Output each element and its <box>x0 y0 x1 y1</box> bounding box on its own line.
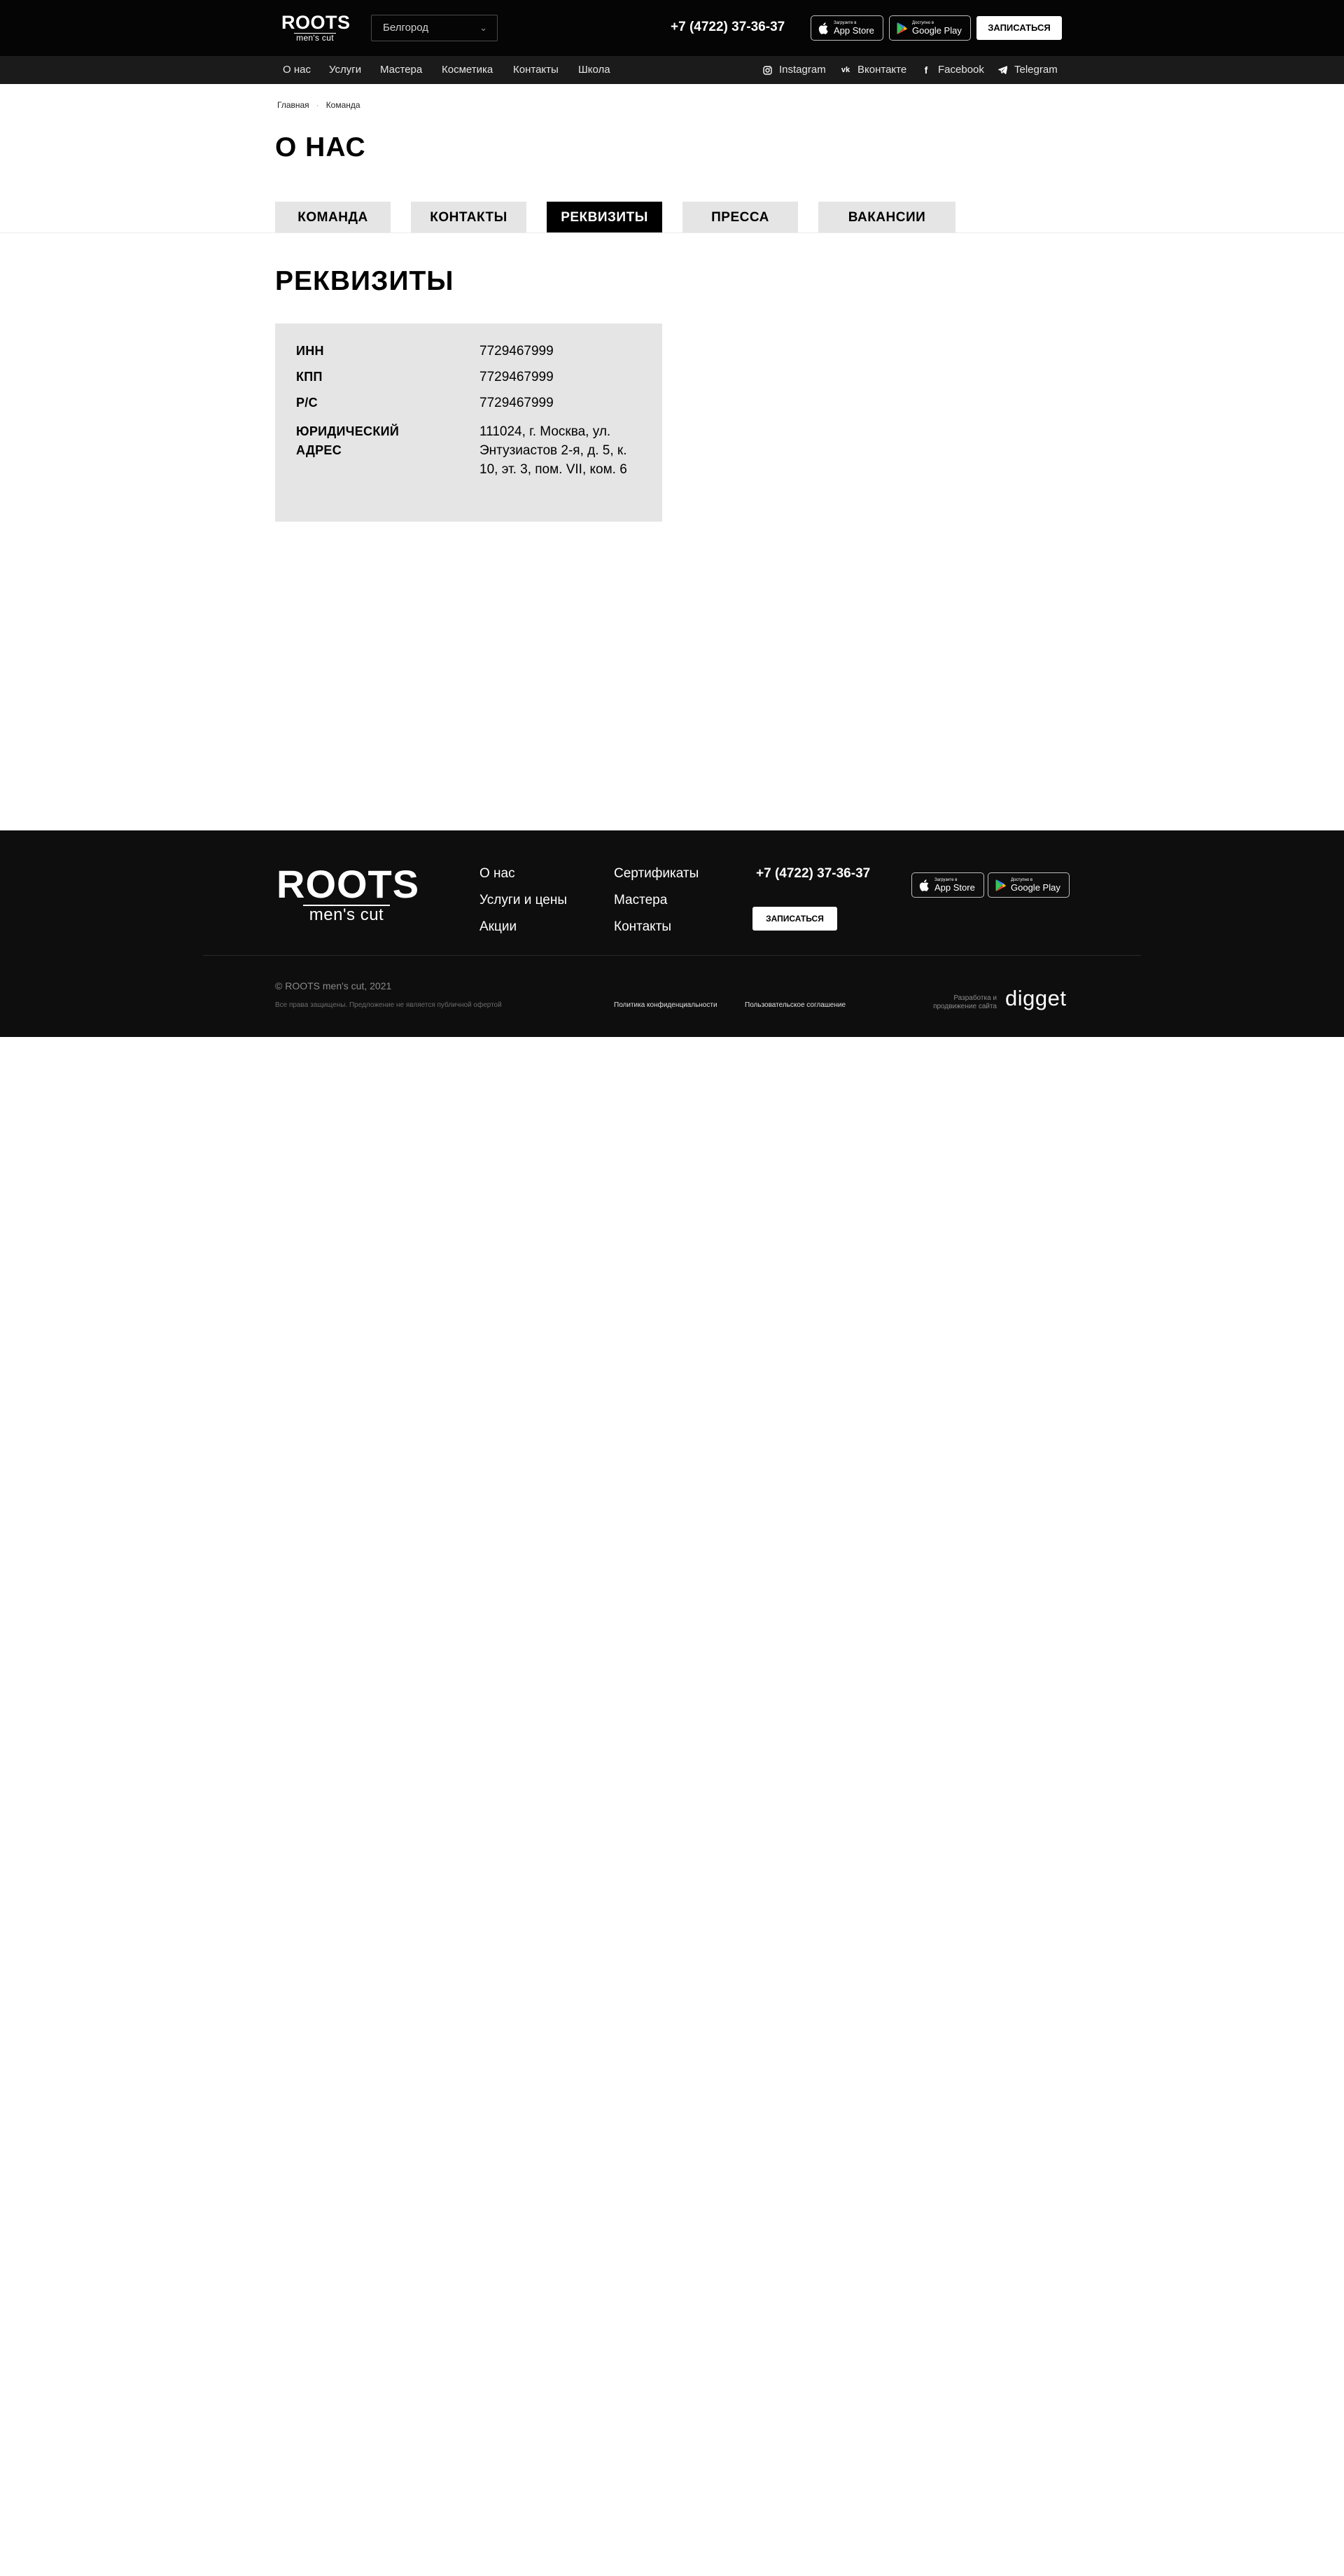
footer: ROOTS men's cut О нас Услуги и цены Акци… <box>0 830 1344 1037</box>
footer-rights-note: Все права защищены. Предложение не являе… <box>275 1001 502 1009</box>
breadcrumb-home[interactable]: Главная <box>277 100 309 110</box>
developer-credit: Разработка и продвижение сайта <box>910 994 997 1011</box>
requisites-card: ИНН 7729467999 КПП 7729467999 Р/С 772946… <box>275 323 662 522</box>
footer-logo-subtext: men's cut <box>309 905 384 924</box>
logo[interactable]: ROOTS men's cut <box>281 12 351 43</box>
tab-vacancies[interactable]: ВАКАНСИИ <box>818 202 955 233</box>
chevron-down-icon: ⌄ <box>479 22 487 33</box>
footer-logo[interactable]: ROOTS men's cut <box>276 862 420 924</box>
social-telegram[interactable]: Telegram <box>997 56 1058 84</box>
tab-team[interactable]: КОМАНДА <box>275 202 391 233</box>
footer-agreement-link[interactable]: Пользовательское соглашение <box>745 1001 846 1009</box>
footer-link-contacts[interactable]: Контакты <box>614 919 671 935</box>
footer-divider <box>203 955 1141 956</box>
footer-privacy-link[interactable]: Политика конфиденциальности <box>614 1001 718 1009</box>
city-select[interactable]: Белгород ⌄ <box>371 15 498 41</box>
vk-icon: vk <box>841 66 850 74</box>
developer-logo[interactable]: digget <box>1005 987 1066 1010</box>
footer-google-play-label: Google Play <box>1011 882 1060 893</box>
logo-text: ROOTS <box>281 12 351 33</box>
footer-google-play-button[interactable]: Доступно в Google Play <box>988 872 1070 898</box>
nav-item-school[interactable]: Школа <box>578 56 610 84</box>
requisite-key: ИНН <box>296 344 324 358</box>
footer-link-about[interactable]: О нас <box>479 865 515 882</box>
tab-contacts[interactable]: КОНТАКТЫ <box>411 202 526 233</box>
nav-item-cosmetics[interactable]: Косметика <box>442 56 493 84</box>
requisite-value: 7729467999 <box>479 370 554 384</box>
apple-icon <box>918 879 930 891</box>
google-play-button[interactable]: Доступно в Google Play <box>889 15 971 41</box>
header-phone[interactable]: +7 (4722) 37-36-37 <box>671 18 785 36</box>
social-facebook-label: Facebook <box>938 64 984 76</box>
google-play-label: Google Play <box>912 25 962 36</box>
footer-phone[interactable]: +7 (4722) 37-36-37 <box>756 865 870 882</box>
requisite-value: 7729467999 <box>479 344 554 358</box>
tabs-divider <box>0 232 1344 233</box>
instagram-icon <box>762 65 772 75</box>
footer-link-services[interactable]: Услуги и цены <box>479 892 567 909</box>
apple-icon <box>817 22 830 34</box>
footer-link-certificates[interactable]: Сертификаты <box>614 865 699 882</box>
app-store-button[interactable]: Загрузите в App Store <box>811 15 883 41</box>
footer-link-promos[interactable]: Акции <box>479 919 517 935</box>
nav-item-masters[interactable]: Мастера <box>380 56 422 84</box>
requisite-key: ЮРИДИЧЕСКИЙ АДРЕС <box>296 424 400 457</box>
facebook-icon: f <box>924 64 928 76</box>
app-store-label: App Store <box>834 25 874 36</box>
nav-item-services[interactable]: Услуги <box>329 56 361 84</box>
footer-copyright: © ROOTS men's cut, 2021 <box>275 980 392 991</box>
social-instagram-label: Instagram <box>779 64 826 76</box>
footer-app-store-button[interactable]: Загрузите в App Store <box>911 872 984 898</box>
footer-app-store-label: App Store <box>934 882 975 893</box>
nav-item-about[interactable]: О нас <box>283 56 311 84</box>
requisite-key: Р/С <box>296 396 318 410</box>
city-select-value: Белгород <box>383 22 429 34</box>
developer-credit-line1: Разработка и <box>953 994 997 1002</box>
social-vk[interactable]: vk Вконтакте <box>841 56 906 84</box>
footer-book-button[interactable]: ЗАПИСАТЬСЯ <box>752 907 837 931</box>
google-play-icon <box>895 22 908 34</box>
developer-credit-line2: продвижение сайта <box>933 1003 997 1010</box>
tab-requisites[interactable]: РЕКВИЗИТЫ <box>547 202 662 233</box>
top-header: ROOTS men's cut Белгород ⌄ +7 (4722) 37-… <box>0 0 1344 56</box>
telegram-icon <box>997 65 1007 75</box>
breadcrumb-separator: · <box>316 100 319 110</box>
breadcrumb: Главная · Команда <box>277 100 360 110</box>
main-nav: О нас Услуги Мастера Косметика Контакты … <box>0 56 1344 84</box>
nav-item-contacts[interactable]: Контакты <box>513 56 559 84</box>
requisite-value: 7729467999 <box>479 396 554 410</box>
social-instagram[interactable]: Instagram <box>762 56 826 84</box>
social-telegram-label: Telegram <box>1014 64 1058 76</box>
page-title: О НАС <box>275 132 366 162</box>
section-title: РЕКВИЗИТЫ <box>275 266 454 296</box>
logo-subtext: men's cut <box>296 33 334 43</box>
breadcrumb-current: Команда <box>326 100 360 110</box>
footer-logo-text: ROOTS <box>276 862 420 906</box>
requisite-key: КПП <box>296 370 323 384</box>
google-play-icon <box>994 879 1007 891</box>
social-facebook[interactable]: f Facebook <box>921 56 984 84</box>
social-vk-label: Вконтакте <box>858 64 907 76</box>
tab-press[interactable]: ПРЕССА <box>682 202 798 233</box>
footer-link-masters[interactable]: Мастера <box>614 892 667 909</box>
requisite-value: 111024, г. Москва, ул. Энтузиастов 2-я, … <box>479 424 627 477</box>
book-button[interactable]: ЗАПИСАТЬСЯ <box>976 16 1062 40</box>
